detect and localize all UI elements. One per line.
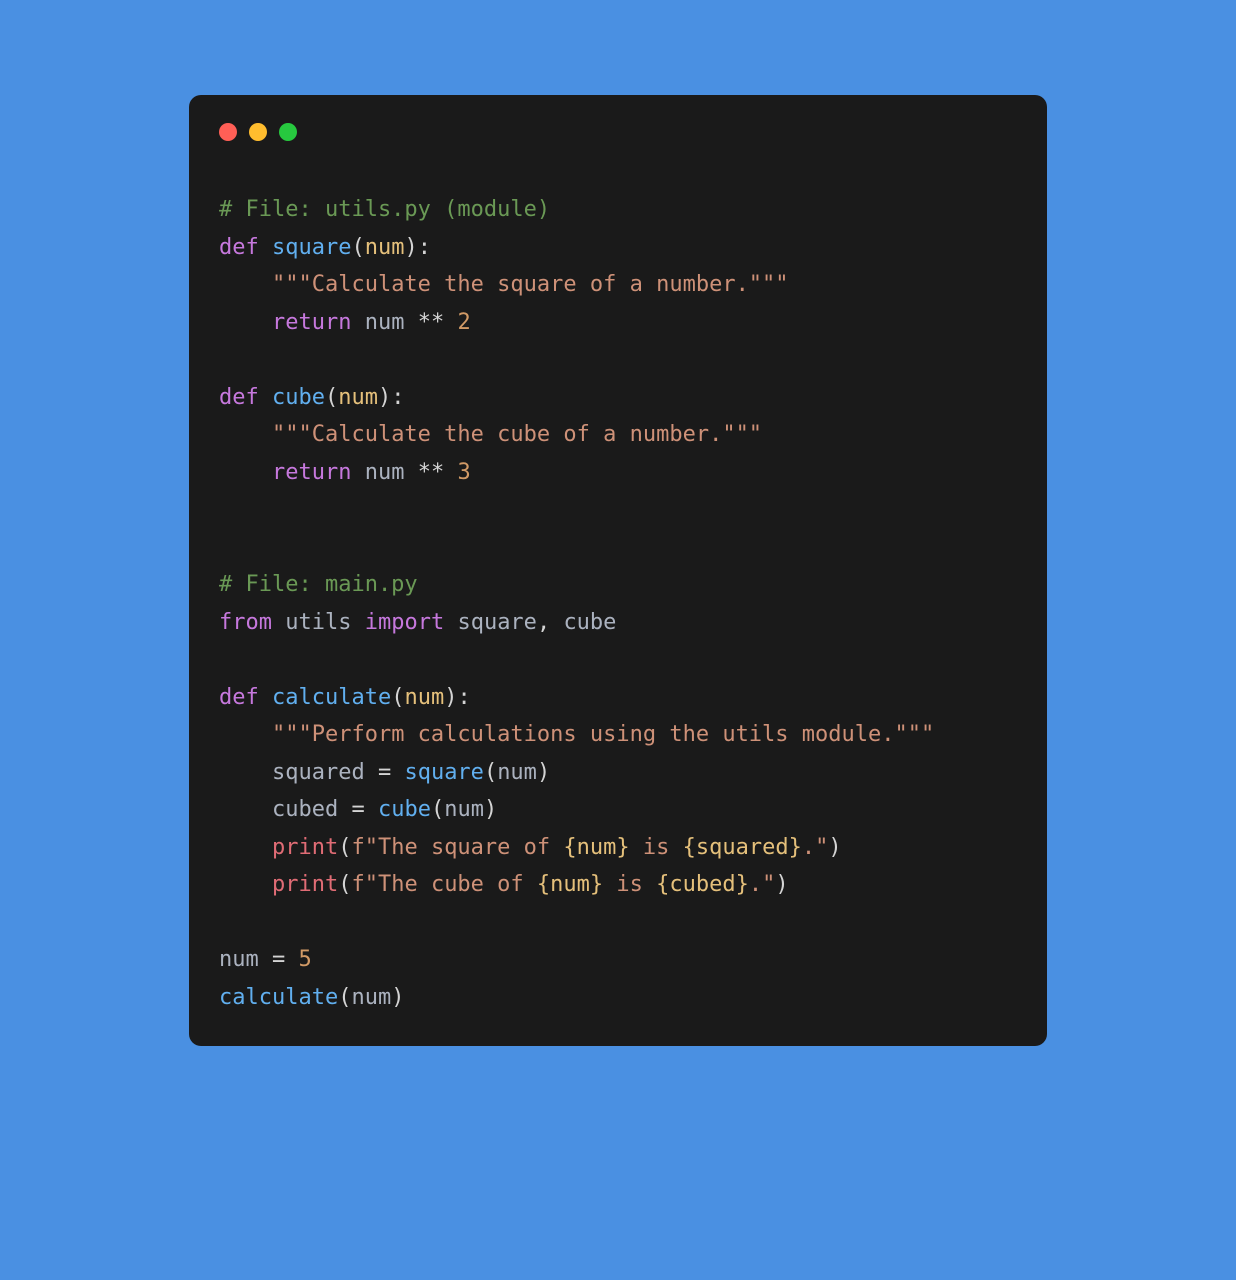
code-punct: ) — [378, 385, 391, 410]
code-interp: {squared} — [683, 835, 802, 860]
code-number: 2 — [457, 310, 470, 335]
code-param: num — [338, 385, 378, 410]
code-ident: num — [444, 797, 484, 822]
code-keyword: def — [219, 385, 259, 410]
code-punct: ( — [338, 835, 351, 860]
code-ident: cubed — [272, 797, 338, 822]
code-indent — [219, 722, 272, 747]
code-block: # File: utils.py (module) def square(num… — [219, 191, 1017, 1016]
code-number: 3 — [457, 460, 470, 485]
code-ident: squared — [272, 760, 365, 785]
code-function-name: square — [272, 235, 351, 260]
code-punct: , — [537, 610, 564, 635]
code-builtin: print — [272, 835, 338, 860]
code-function-name: calculate — [272, 685, 391, 710]
code-punct: : — [457, 685, 470, 710]
zoom-icon[interactable] — [279, 123, 297, 141]
code-call: calculate — [219, 985, 338, 1010]
code-param: num — [365, 235, 405, 260]
code-keyword: return — [272, 460, 351, 485]
code-indent — [219, 797, 272, 822]
code-import: cube — [563, 610, 616, 635]
code-indent — [219, 760, 272, 785]
code-builtin: print — [272, 872, 338, 897]
code-string: ." — [802, 835, 829, 860]
code-punct: ) — [828, 835, 841, 860]
code-string: ." — [749, 872, 776, 897]
code-indent — [219, 422, 272, 447]
code-punct: ) — [444, 685, 457, 710]
code-operator: ** — [418, 460, 445, 485]
code-import: square — [457, 610, 536, 635]
code-module: utils — [285, 610, 351, 635]
code-interp: {num} — [537, 872, 603, 897]
code-ident: num — [219, 947, 259, 972]
code-fprefix: f — [351, 872, 364, 897]
close-icon[interactable] — [219, 123, 237, 141]
code-punct: ) — [537, 760, 550, 785]
code-punct: ( — [338, 985, 351, 1010]
code-punct: ) — [484, 797, 497, 822]
code-docstring: """Calculate the square of a number.""" — [272, 272, 789, 297]
code-number: 5 — [299, 947, 312, 972]
code-punct: ) — [404, 235, 417, 260]
code-comment: # File: utils.py (module) — [219, 197, 550, 222]
code-punct: : — [391, 385, 404, 410]
code-keyword: from — [219, 610, 272, 635]
code-punct: ) — [775, 872, 788, 897]
code-string: is — [603, 872, 656, 897]
code-comment: # File: main.py — [219, 572, 418, 597]
code-interp: {cubed} — [656, 872, 749, 897]
code-punct: ( — [431, 797, 444, 822]
code-indent — [219, 272, 272, 297]
code-ident: num — [365, 460, 405, 485]
code-indent — [219, 310, 272, 335]
code-ident: num — [365, 310, 405, 335]
code-keyword: return — [272, 310, 351, 335]
code-keyword: def — [219, 685, 259, 710]
code-punct: ( — [351, 235, 364, 260]
code-indent — [219, 460, 272, 485]
code-docstring: """Calculate the cube of a number.""" — [272, 422, 762, 447]
code-ident: num — [497, 760, 537, 785]
code-punct: ( — [391, 685, 404, 710]
code-interp: {num} — [563, 835, 629, 860]
code-call: square — [404, 760, 483, 785]
code-ident: num — [351, 985, 391, 1010]
code-fprefix: f — [351, 835, 364, 860]
code-keyword: def — [219, 235, 259, 260]
code-indent — [219, 872, 272, 897]
code-string: is — [630, 835, 683, 860]
code-punct: ( — [325, 385, 338, 410]
window-controls — [219, 123, 1017, 141]
code-indent — [219, 835, 272, 860]
minimize-icon[interactable] — [249, 123, 267, 141]
code-function-name: cube — [272, 385, 325, 410]
code-punct: ( — [338, 872, 351, 897]
code-punct: : — [418, 235, 431, 260]
code-punct: ( — [484, 760, 497, 785]
code-window: # File: utils.py (module) def square(num… — [189, 95, 1047, 1046]
code-string: "The square of — [365, 835, 564, 860]
code-operator: ** — [418, 310, 445, 335]
code-operator: = — [259, 947, 299, 972]
code-operator: = — [338, 797, 378, 822]
code-string: "The cube of — [365, 872, 537, 897]
code-param: num — [404, 685, 444, 710]
code-docstring: """Perform calculations using the utils … — [272, 722, 934, 747]
code-keyword: import — [365, 610, 444, 635]
code-call: cube — [378, 797, 431, 822]
code-operator: = — [365, 760, 405, 785]
code-punct: ) — [391, 985, 404, 1010]
